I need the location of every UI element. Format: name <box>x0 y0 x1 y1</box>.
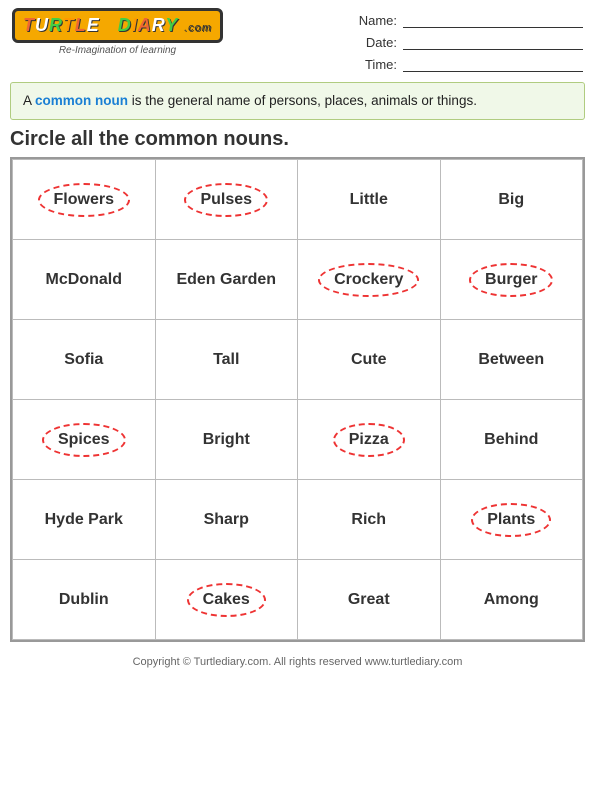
table-row: Pulses <box>155 160 298 240</box>
name-row: Name: <box>357 12 583 28</box>
table-row: Big <box>440 160 583 240</box>
circled-word: Crockery <box>318 263 419 297</box>
time-input[interactable] <box>403 56 583 72</box>
circled-word: Pizza <box>333 423 405 457</box>
circled-word: Pulses <box>184 183 268 217</box>
circled-word: Spices <box>42 423 126 457</box>
table-row: Hyde Park <box>13 480 156 560</box>
table-row: Crockery <box>298 240 441 320</box>
name-label: Name: <box>357 13 397 28</box>
table-row: Eden Garden <box>155 240 298 320</box>
logo-subtitle: Re-Imagination of learning <box>59 45 176 56</box>
header: TURTLE DIARY .com Re-Imagination of lear… <box>0 0 595 76</box>
time-row: Time: <box>357 56 583 72</box>
circled-word: Flowers <box>38 183 130 217</box>
circled-word: Cakes <box>187 583 266 617</box>
table-row: McDonald <box>13 240 156 320</box>
table-row: Rich <box>298 480 441 560</box>
info-text-after: is the general name of persons, places, … <box>128 93 477 108</box>
date-label: Date: <box>357 35 397 50</box>
table-row: Dublin <box>13 560 156 640</box>
table-row: Burger <box>440 240 583 320</box>
table-row: Plants <box>440 480 583 560</box>
table-row: Behind <box>440 400 583 480</box>
time-label: Time: <box>357 57 397 72</box>
table-row: Pizza <box>298 400 441 480</box>
table-row: Spices <box>13 400 156 480</box>
word-table: Flowers Pulses LittleBig McDonaldEden Garde… <box>12 159 583 640</box>
circled-word: Burger <box>469 263 553 297</box>
word-grid: Flowers Pulses LittleBig McDonaldEden Garde… <box>10 157 585 642</box>
table-row: Great <box>298 560 441 640</box>
circled-word: Plants <box>471 503 551 537</box>
table-row: Bright <box>155 400 298 480</box>
logo-area: TURTLE DIARY .com Re-Imagination of lear… <box>12 8 223 56</box>
common-noun-highlight: common noun <box>35 93 128 108</box>
table-row: Flowers <box>13 160 156 240</box>
logo: TURTLE DIARY .com <box>12 8 223 43</box>
date-input[interactable] <box>403 34 583 50</box>
info-text-before: A <box>23 93 35 108</box>
name-input[interactable] <box>403 12 583 28</box>
table-row: Little <box>298 160 441 240</box>
table-row: Tall <box>155 320 298 400</box>
table-row: Between <box>440 320 583 400</box>
table-row: Sofia <box>13 320 156 400</box>
worksheet-title: Circle all the common nouns. <box>10 128 585 151</box>
table-row: Sharp <box>155 480 298 560</box>
date-row: Date: <box>357 34 583 50</box>
table-row: Cute <box>298 320 441 400</box>
form-fields: Name: Date: Time: <box>357 8 583 72</box>
info-box: A common noun is the general name of per… <box>10 82 585 120</box>
footer: Copyright © Turtlediary.com. All rights … <box>0 648 595 674</box>
table-row: Among <box>440 560 583 640</box>
table-row: Cakes <box>155 560 298 640</box>
